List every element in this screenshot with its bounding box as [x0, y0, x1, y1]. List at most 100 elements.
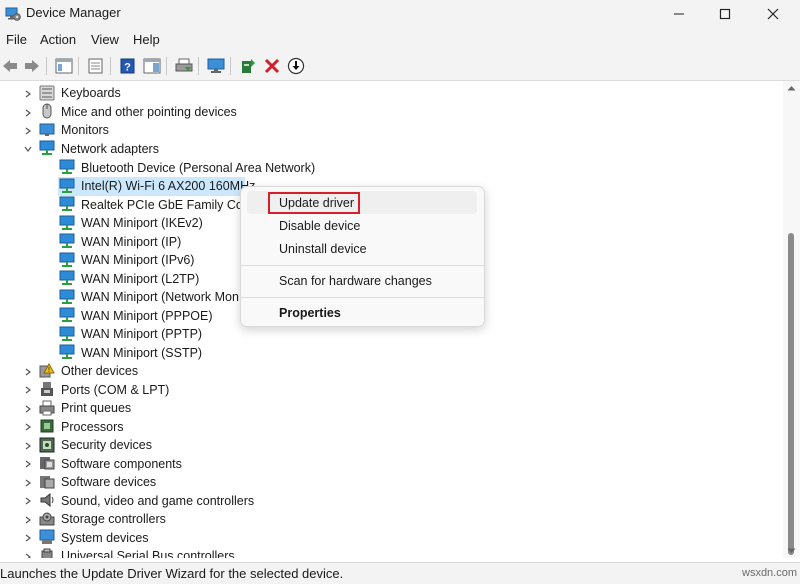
menu-separator [241, 297, 484, 298]
unknown-device-icon: ! [39, 363, 55, 378]
watermark: wsxdn.com [742, 567, 798, 579]
expand-chevron[interactable] [23, 367, 33, 377]
menu-help[interactable]: Help [133, 32, 160, 47]
category-usb-controllers[interactable]: Universal Serial Bus controllers [61, 549, 235, 558]
context-menu: Update driver Disable device Uninstall d… [240, 186, 485, 327]
menu-separator [241, 265, 484, 266]
category-software-devices[interactable]: Software devices [61, 475, 156, 489]
category-monitors[interactable]: Monitors [61, 123, 109, 137]
expand-chevron[interactable] [23, 459, 33, 469]
network-adapter-icon [59, 289, 75, 304]
expand-chevron[interactable] [23, 89, 33, 99]
maximize-button[interactable] [702, 0, 748, 27]
printer-icon [175, 58, 193, 72]
category-security-devices[interactable]: Security devices [61, 438, 152, 452]
expand-chevron[interactable] [23, 515, 33, 525]
chevron-right-icon [25, 386, 31, 394]
category-sound-video-game[interactable]: Sound, video and game controllers [61, 494, 254, 508]
category-keyboards[interactable]: Keyboards [61, 86, 121, 100]
device-wan-ikev2[interactable]: WAN Miniport (IKEv2) [81, 216, 203, 230]
action-pane-button[interactable] [142, 56, 162, 76]
scroll-up-arrow-icon[interactable] [787, 85, 796, 91]
scrollbar-thumb[interactable] [788, 233, 794, 555]
category-network-adapters[interactable]: Network adapters [61, 142, 159, 156]
device-wan-network-monitor[interactable]: WAN Miniport (Network Mon [81, 290, 239, 304]
minimize-icon [674, 13, 684, 14]
scan-hardware-changes-menu-item[interactable]: Scan for hardware changes [279, 274, 432, 288]
back-button[interactable] [0, 56, 20, 76]
expand-chevron[interactable] [23, 552, 33, 558]
show-hide-tree-button[interactable] [54, 56, 74, 76]
help-toolbar-button[interactable]: ? [118, 56, 138, 76]
expand-chevron[interactable] [23, 496, 33, 506]
device-wan-pppoe[interactable]: WAN Miniport (PPPOE) [81, 309, 213, 323]
properties-menu-item[interactable]: Properties [279, 306, 341, 320]
collapse-chevron[interactable] [23, 144, 33, 154]
device-intel-wifi[interactable]: Intel(R) Wi-Fi 6 AX200 160MHz [81, 179, 255, 193]
chevron-right-icon [25, 109, 31, 117]
menu-file[interactable]: File [6, 32, 27, 47]
properties-icon [88, 58, 103, 74]
expand-chevron[interactable] [23, 533, 33, 543]
update-driver-toolbar-button[interactable] [238, 56, 258, 76]
category-processors[interactable]: Processors [61, 420, 124, 434]
expand-chevron[interactable] [23, 126, 33, 136]
toolbar: ? [0, 52, 800, 81]
category-ports[interactable]: Ports (COM & LPT) [61, 383, 169, 397]
printer-icon [39, 400, 55, 416]
menu-view[interactable]: View [91, 32, 119, 47]
chevron-right-icon [25, 516, 31, 524]
expand-chevron[interactable] [23, 422, 33, 432]
update-driver-menu-item[interactable]: Update driver [279, 196, 354, 210]
expand-chevron[interactable] [23, 478, 33, 488]
uninstall-device-menu-item[interactable]: Uninstall device [279, 242, 367, 256]
download-circle-icon [287, 57, 305, 75]
chevron-right-icon [25, 479, 31, 487]
disable-device-menu-item[interactable]: Disable device [279, 219, 360, 233]
minimize-button[interactable] [656, 0, 702, 27]
device-wan-ipv6[interactable]: WAN Miniport (IPv6) [81, 253, 194, 267]
category-print-queues[interactable]: Print queues [61, 401, 131, 415]
chevron-right-icon [25, 405, 31, 413]
expand-chevron[interactable] [23, 441, 33, 451]
system-device-icon [39, 529, 55, 544]
properties-toolbar-button[interactable] [86, 56, 106, 76]
storage-controller-icon [39, 512, 55, 526]
device-wan-l2tp[interactable]: WAN Miniport (L2TP) [81, 272, 199, 286]
category-mice[interactable]: Mice and other pointing devices [61, 105, 237, 119]
category-system-devices[interactable]: System devices [61, 531, 149, 545]
help-icon: ? [120, 58, 135, 74]
enable-device-toolbar-button[interactable] [286, 56, 306, 76]
device-bluetooth-pan[interactable]: Bluetooth Device (Personal Area Network) [81, 161, 315, 175]
svg-text:!: ! [48, 367, 50, 374]
device-realtek-gbe[interactable]: Realtek PCIe GbE Family Contr [81, 198, 257, 212]
device-wan-ip[interactable]: WAN Miniport (IP) [81, 235, 181, 249]
category-software-components[interactable]: Software components [61, 457, 182, 471]
action-pane-icon [143, 58, 161, 74]
processor-icon [40, 419, 54, 433]
forward-button[interactable] [22, 56, 42, 76]
monitor-icon [39, 123, 55, 136]
vertical-scrollbar[interactable] [783, 81, 800, 558]
category-storage-controllers[interactable]: Storage controllers [61, 512, 166, 526]
device-wan-pptp[interactable]: WAN Miniport (PPTP) [81, 327, 202, 341]
network-adapter-icon [59, 178, 75, 193]
device-wan-sstp[interactable]: WAN Miniport (SSTP) [81, 346, 202, 360]
close-button[interactable] [750, 0, 796, 27]
chevron-right-icon [25, 423, 31, 431]
scan-hardware-toolbar-button[interactable] [206, 56, 226, 76]
print-toolbar-button[interactable] [174, 56, 194, 76]
uninstall-toolbar-button[interactable] [262, 56, 282, 76]
port-icon [41, 382, 53, 396]
title-bar: Device Manager [0, 0, 800, 27]
menu-action[interactable]: Action [40, 32, 76, 47]
update-driver-icon [242, 59, 255, 73]
software-component-icon [40, 457, 55, 470]
red-x-icon [264, 58, 280, 74]
expand-chevron[interactable] [23, 404, 33, 414]
scroll-down-arrow-icon[interactable] [787, 548, 796, 554]
expand-chevron[interactable] [23, 108, 33, 118]
expand-chevron[interactable] [23, 385, 33, 395]
menu-bar: File Action View Help [0, 27, 800, 52]
category-other-devices[interactable]: Other devices [61, 364, 138, 378]
